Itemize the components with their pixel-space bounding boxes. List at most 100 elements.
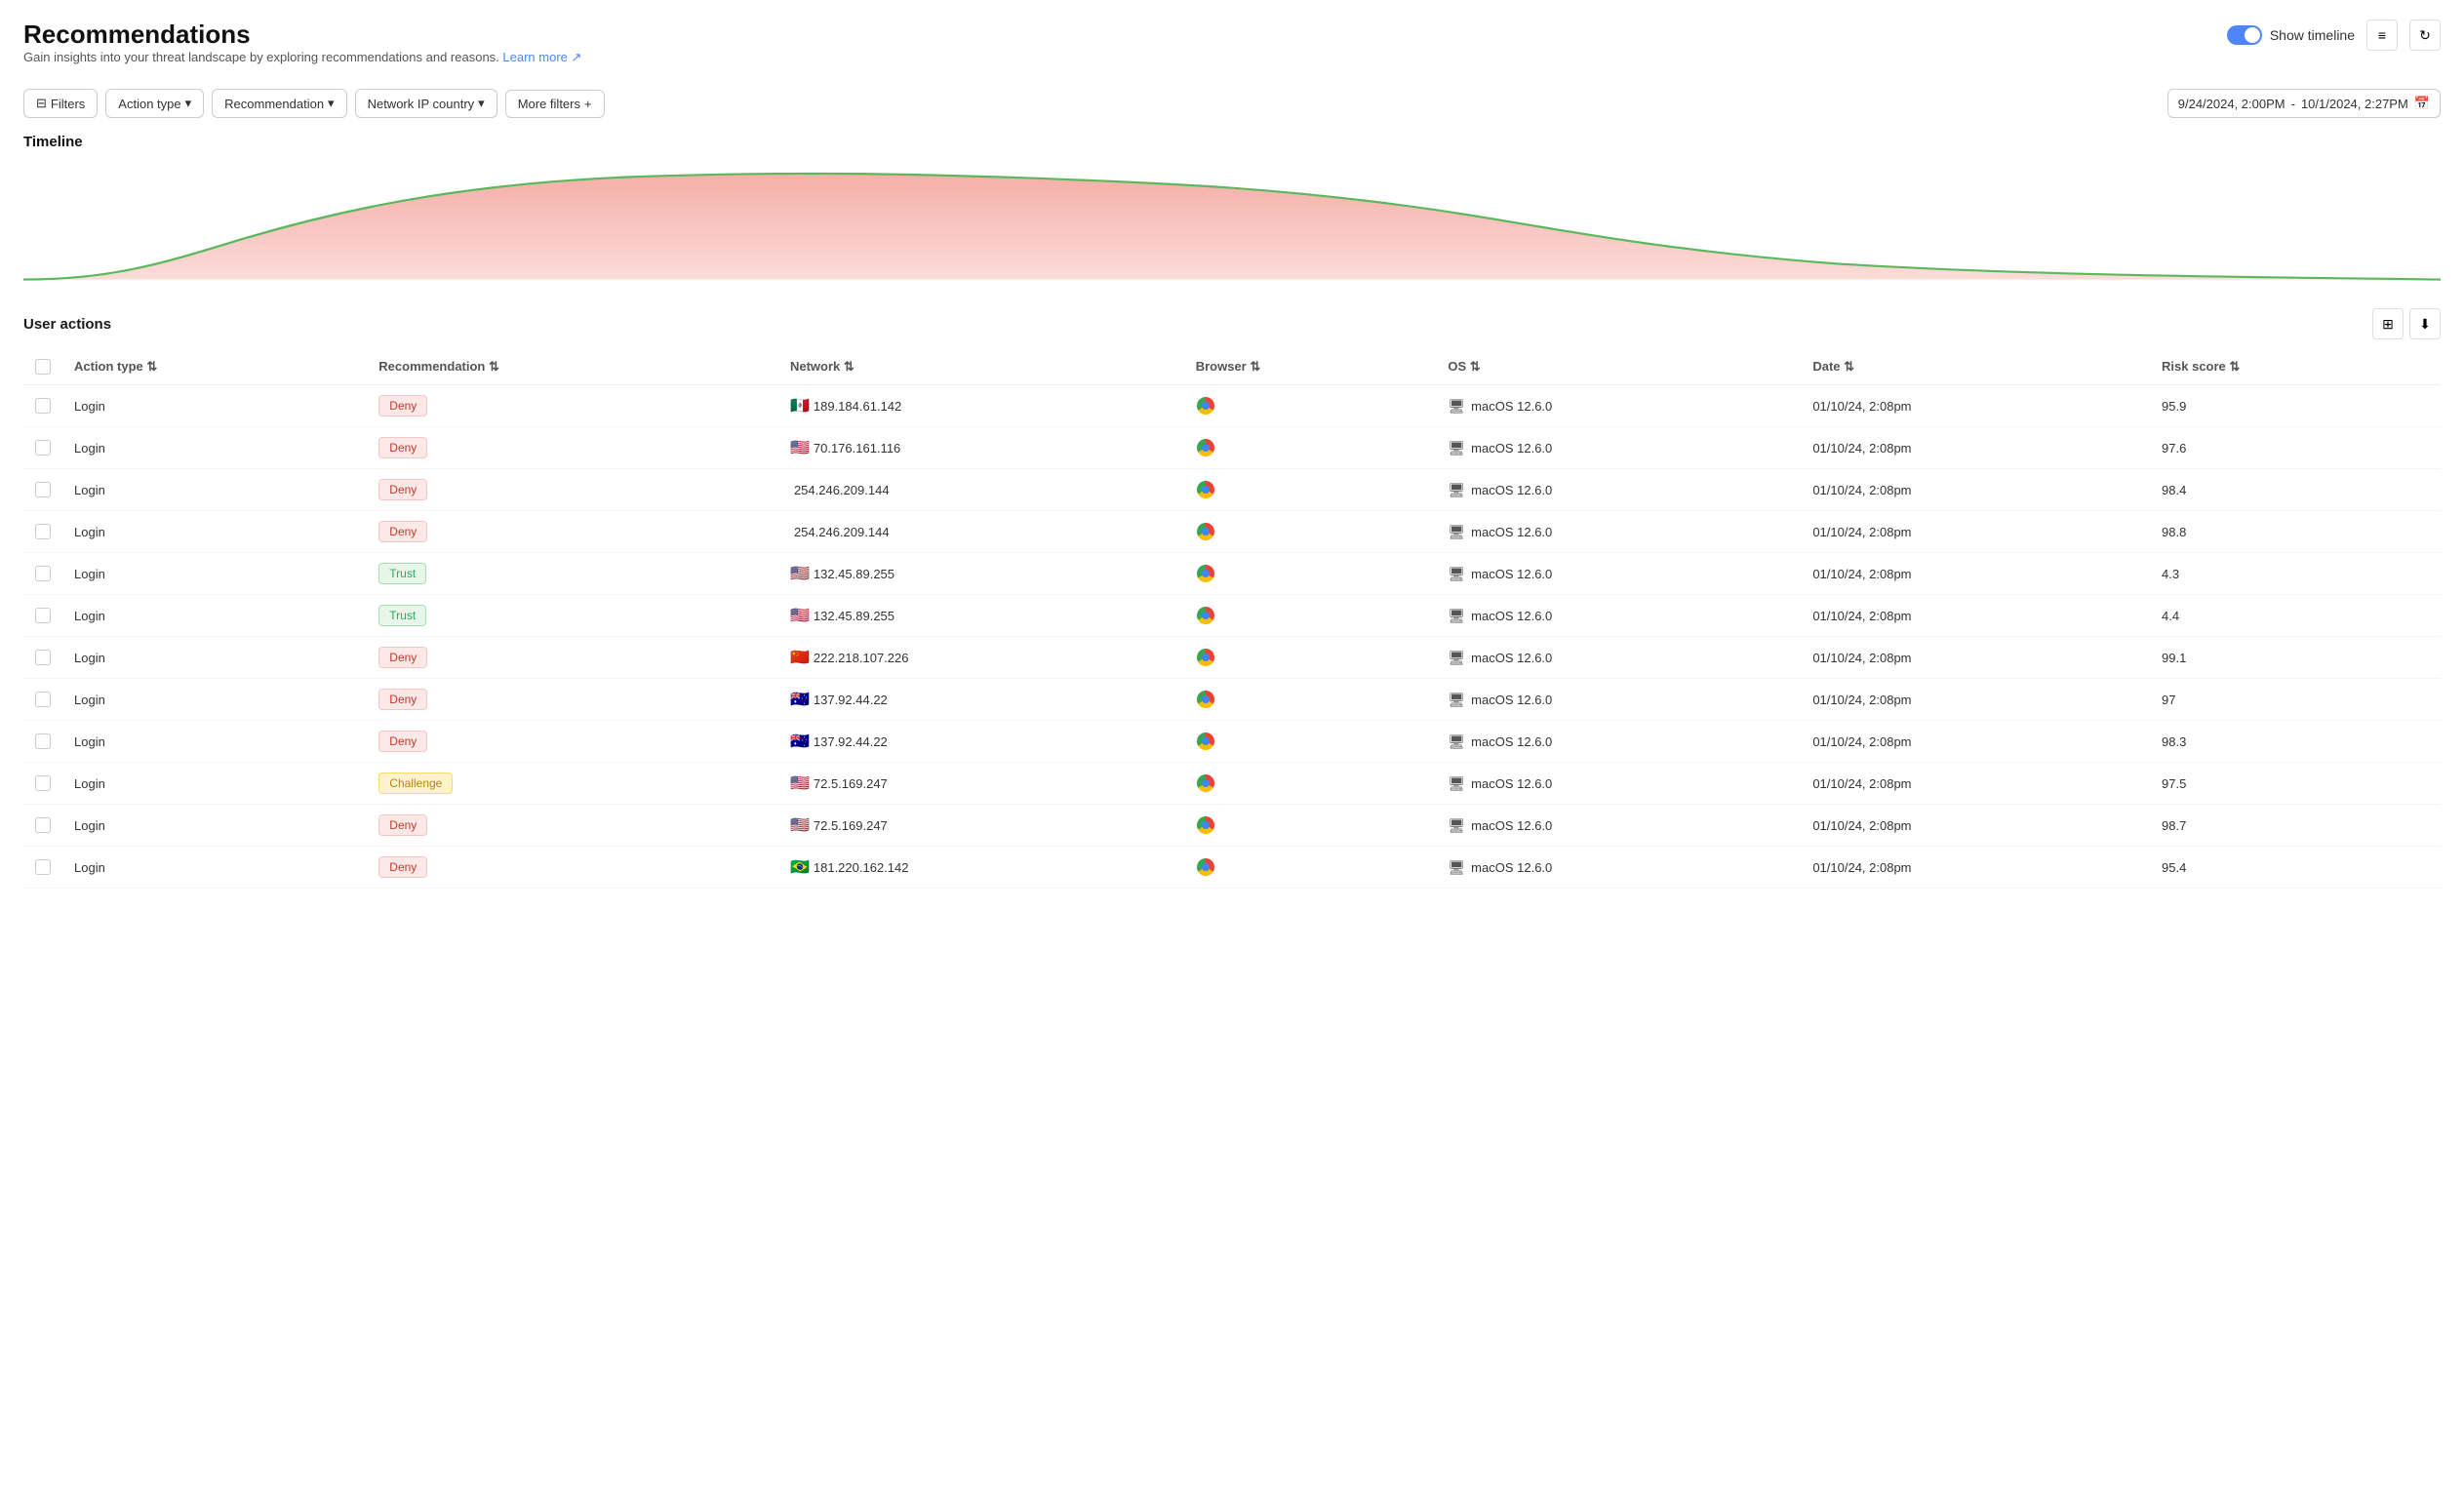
row-recommendation: Deny bbox=[367, 469, 778, 511]
row-date: 01/10/24, 2:08pm bbox=[1801, 763, 2150, 805]
date-end: 10/1/2024, 2:27PM bbox=[2301, 97, 2408, 111]
recommendation-filter[interactable]: Recommendation ▾ bbox=[212, 89, 346, 118]
table-grid-view-button[interactable]: ⊞ bbox=[2372, 308, 2404, 339]
select-all-header[interactable] bbox=[23, 349, 62, 385]
learn-more-link[interactable]: Learn more ↗ bbox=[502, 50, 581, 64]
chrome-browser-icon bbox=[1197, 481, 1214, 498]
action-type-filter[interactable]: Action type ▾ bbox=[105, 89, 204, 118]
row-checkbox[interactable] bbox=[35, 566, 51, 581]
col-risk-score[interactable]: Risk score ⇅ bbox=[2150, 349, 2441, 385]
row-network: 🇺🇸 70.176.161.116 bbox=[778, 427, 1184, 469]
recommendation-badge: Deny bbox=[378, 437, 427, 458]
row-network: 🇦🇺 137.92.44.22 bbox=[778, 721, 1184, 763]
ip-address: 222.218.107.226 bbox=[814, 651, 909, 665]
table-row[interactable]: Login Deny 🇲🇽 189.184.61.142 🖥 macOS 12.… bbox=[23, 385, 2441, 427]
row-action-type: Login bbox=[62, 847, 367, 889]
row-os: 🖥 macOS 12.6.0 bbox=[1436, 679, 1801, 721]
table-row[interactable]: Login Deny 🇦🇺 137.92.44.22 🖥 macOS 12.6.… bbox=[23, 721, 2441, 763]
row-checkbox-cell[interactable] bbox=[23, 763, 62, 805]
date-range-picker[interactable]: 9/24/2024, 2:00PM - 10/1/2024, 2:27PM 📅 bbox=[2167, 89, 2441, 118]
table-row[interactable]: Login Deny 🇺🇸 72.5.169.247 🖥 macOS 12.6.… bbox=[23, 805, 2441, 847]
row-browser bbox=[1184, 553, 1437, 595]
country-flag: 🇺🇸 bbox=[790, 438, 810, 457]
row-checkbox-cell[interactable] bbox=[23, 721, 62, 763]
list-view-button[interactable]: ≡ bbox=[2366, 20, 2398, 51]
col-network[interactable]: Network ⇅ bbox=[778, 349, 1184, 385]
row-risk-score: 97.6 bbox=[2150, 427, 2441, 469]
row-checkbox-cell[interactable] bbox=[23, 637, 62, 679]
row-os: 🖥 macOS 12.6.0 bbox=[1436, 721, 1801, 763]
row-checkbox-cell[interactable] bbox=[23, 679, 62, 721]
country-flag: 🇺🇸 bbox=[790, 564, 810, 583]
row-network: 254.246.209.144 bbox=[778, 511, 1184, 553]
refresh-button[interactable]: ↻ bbox=[2409, 20, 2441, 51]
col-browser[interactable]: Browser ⇅ bbox=[1184, 349, 1437, 385]
row-checkbox[interactable] bbox=[35, 692, 51, 707]
row-checkbox[interactable] bbox=[35, 733, 51, 749]
os-name: macOS 12.6.0 bbox=[1471, 525, 1552, 539]
table-row[interactable]: Login Deny 🇧🇷 181.220.162.142 🖥 macOS 12… bbox=[23, 847, 2441, 889]
row-checkbox-cell[interactable] bbox=[23, 385, 62, 427]
row-date: 01/10/24, 2:08pm bbox=[1801, 721, 2150, 763]
risk-sort-icon: ⇅ bbox=[2229, 359, 2240, 374]
row-checkbox[interactable] bbox=[35, 398, 51, 414]
col-action-type[interactable]: Action type ⇅ bbox=[62, 349, 367, 385]
row-os: 🖥 macOS 12.6.0 bbox=[1436, 553, 1801, 595]
chrome-browser-icon bbox=[1197, 691, 1214, 708]
row-checkbox[interactable] bbox=[35, 440, 51, 456]
row-date: 01/10/24, 2:08pm bbox=[1801, 511, 2150, 553]
row-checkbox[interactable] bbox=[35, 817, 51, 833]
row-checkbox-cell[interactable] bbox=[23, 511, 62, 553]
row-risk-score: 99.1 bbox=[2150, 637, 2441, 679]
os-sort-icon: ⇅ bbox=[1470, 359, 1481, 374]
row-checkbox[interactable] bbox=[35, 608, 51, 623]
os-name: macOS 12.6.0 bbox=[1471, 567, 1552, 581]
row-recommendation: Deny bbox=[367, 847, 778, 889]
col-os[interactable]: OS ⇅ bbox=[1436, 349, 1801, 385]
row-checkbox[interactable] bbox=[35, 859, 51, 875]
os-name: macOS 12.6.0 bbox=[1471, 734, 1552, 749]
row-action-type: Login bbox=[62, 469, 367, 511]
chrome-browser-icon bbox=[1197, 649, 1214, 666]
table-row[interactable]: Login Trust 🇺🇸 132.45.89.255 🖥 macOS 12.… bbox=[23, 595, 2441, 637]
col-date[interactable]: Date ⇅ bbox=[1801, 349, 2150, 385]
recommendation-badge: Deny bbox=[378, 395, 427, 416]
table-download-button[interactable]: ⬇ bbox=[2409, 308, 2441, 339]
table-row[interactable]: Login Deny 254.246.209.144 🖥 macOS 12.6.… bbox=[23, 511, 2441, 553]
recommendation-badge: Challenge bbox=[378, 773, 453, 794]
table-row[interactable]: Login Trust 🇺🇸 132.45.89.255 🖥 macOS 12.… bbox=[23, 553, 2441, 595]
filters-button[interactable]: ⊟ Filters bbox=[23, 89, 98, 118]
row-date: 01/10/24, 2:08pm bbox=[1801, 469, 2150, 511]
recommendation-badge: Trust bbox=[378, 605, 426, 626]
row-checkbox-cell[interactable] bbox=[23, 469, 62, 511]
row-checkbox[interactable] bbox=[35, 482, 51, 497]
network-ip-country-filter[interactable]: Network IP country ▾ bbox=[355, 89, 497, 118]
row-checkbox[interactable] bbox=[35, 524, 51, 539]
row-checkbox-cell[interactable] bbox=[23, 847, 62, 889]
select-all-checkbox[interactable] bbox=[35, 359, 51, 375]
table-row[interactable]: Login Challenge 🇺🇸 72.5.169.247 🖥 macOS … bbox=[23, 763, 2441, 805]
table-row[interactable]: Login Deny 🇨🇳 222.218.107.226 🖥 macOS 12… bbox=[23, 637, 2441, 679]
table-row[interactable]: Login Deny 🇺🇸 70.176.161.116 🖥 macOS 12.… bbox=[23, 427, 2441, 469]
show-timeline-toggle[interactable] bbox=[2227, 25, 2262, 45]
list-view-icon: ≡ bbox=[2378, 27, 2386, 43]
more-filters-button[interactable]: More filters + bbox=[505, 90, 605, 118]
country-flag: 🇲🇽 bbox=[790, 396, 810, 416]
row-checkbox-cell[interactable] bbox=[23, 595, 62, 637]
row-checkbox-cell[interactable] bbox=[23, 427, 62, 469]
os-name: macOS 12.6.0 bbox=[1471, 399, 1552, 414]
col-recommendation[interactable]: Recommendation ⇅ bbox=[367, 349, 778, 385]
row-checkbox-cell[interactable] bbox=[23, 805, 62, 847]
table-controls: ⊞ ⬇ bbox=[2372, 308, 2441, 339]
table-row[interactable]: Login Deny 🇦🇺 137.92.44.22 🖥 macOS 12.6.… bbox=[23, 679, 2441, 721]
os-name: macOS 12.6.0 bbox=[1471, 776, 1552, 791]
row-checkbox[interactable] bbox=[35, 775, 51, 791]
table-row[interactable]: Login Deny 254.246.209.144 🖥 macOS 12.6.… bbox=[23, 469, 2441, 511]
monitor-icon: 🖥 bbox=[1448, 398, 1465, 415]
ip-address: 189.184.61.142 bbox=[814, 399, 901, 414]
row-recommendation: Trust bbox=[367, 595, 778, 637]
row-checkbox-cell[interactable] bbox=[23, 553, 62, 595]
row-date: 01/10/24, 2:08pm bbox=[1801, 385, 2150, 427]
row-recommendation: Deny bbox=[367, 805, 778, 847]
row-checkbox[interactable] bbox=[35, 650, 51, 665]
